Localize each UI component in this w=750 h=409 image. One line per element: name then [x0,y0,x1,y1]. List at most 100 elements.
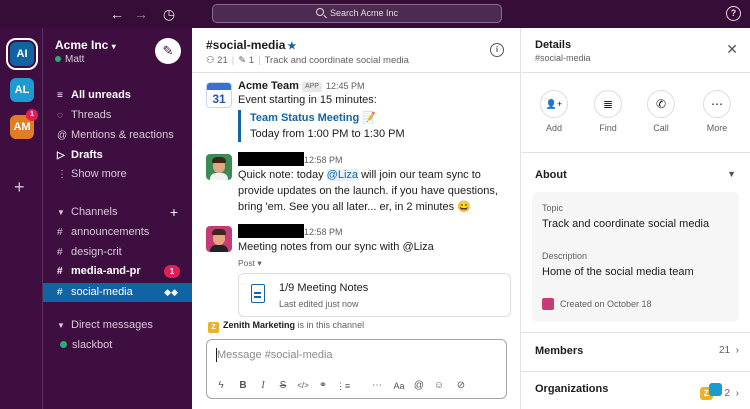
org-badge-secondary [708,383,722,396]
about-card: Topic Track and coordinate social media … [532,192,739,322]
workspace-acme-inc[interactable]: AI [6,38,38,70]
post-label[interactable]: Post ▾ [238,258,511,269]
phone-icon: ✆ [647,90,675,118]
call-button[interactable]: ✆ Call [636,90,686,133]
attachment-icon[interactable]: ⊘ [453,378,469,394]
message-text: Event starting in 15 minutes: [238,94,377,106]
redacted-author [238,224,304,238]
workspace-am-badge: 1 [26,109,38,121]
calendar-app-avatar[interactable]: 31 [206,82,232,108]
sidebar-item-all-unreads[interactable]: ≡ All unreads [43,86,192,105]
details-subtitle: #social-media [535,53,591,63]
add-workspace-icon[interactable]: + [14,178,25,196]
history-clock-icon[interactable]: ◷ [160,5,178,23]
channel-info-icon[interactable]: i [490,43,504,57]
search-icon [315,8,324,16]
workspace-name[interactable]: Acme Inc ▾ [55,38,116,52]
more-vertical-icon: ⋮ [57,169,67,180]
presence-dot [55,56,61,62]
channel-topic[interactable]: Track and coordinate social media [265,55,409,66]
sidebar-item-design-crit[interactable]: # design-crit [43,243,192,262]
sidebar-item-threads[interactable]: ◌ Threads [43,106,192,125]
created-info: Created on October 18 [542,298,652,310]
text-format-icon[interactable]: Aa [391,378,407,394]
event-link[interactable]: Team Status Meeting 📝 [250,110,511,126]
organizations-row[interactable]: Organizations Z 2 › [535,383,739,400]
description-value[interactable]: Home of the social media team [542,266,694,278]
top-bar: ← → ◷ Search Acme Inc ? [0,0,750,28]
org-name[interactable]: Zenith Marketing [223,320,295,330]
dm-section-header[interactable]: ▼ Direct messages [43,316,192,335]
chevron-down-icon: ▾ [111,42,116,51]
sidebar-item-announcements[interactable]: # announcements [43,223,192,242]
details-title: Details [535,39,572,51]
mention-icon: @ [57,130,68,141]
star-icon[interactable]: ★ [287,41,296,52]
message-composer[interactable]: Message #social-media ϟ B I S </> ⚭ ⋮≡ ⋯… [206,339,507,399]
hash-icon: # [57,247,63,258]
topic-value[interactable]: Track and coordinate social media [542,218,709,230]
topic-label: Topic [542,203,564,213]
channel-view: #social-media ★ ⚇ 21 | ✎ 1 | Track and coordi… [192,28,521,409]
emoji-icon[interactable]: ☺ [431,378,447,394]
shared-channel-icon: ◆◆ [164,287,178,297]
sidebar-item-social-media[interactable]: # social-media ◆◆ [43,283,192,302]
divider [521,332,750,333]
details-panel: Details #social-media ✕ 👤+ Add ≣ Find ✆ Cal… [521,28,750,409]
channels-section-header[interactable]: ▼ Channels + [43,203,192,222]
compose-button[interactable]: ✎ [155,38,181,64]
help-icon[interactable]: ? [726,6,741,21]
mention-icon[interactable]: @ [411,378,427,394]
post-title[interactable]: 1/9 Meeting Notes [279,282,368,294]
message-time[interactable]: 12:58 PM [304,155,343,165]
members-row[interactable]: Members 21 › [535,345,739,357]
code-icon[interactable]: </> [295,378,311,394]
back-arrow-icon[interactable]: ← [108,5,126,23]
divider [521,152,750,153]
close-icon[interactable]: ✕ [726,42,738,56]
pin-count[interactable]: 1 [249,55,254,66]
message-text: Meeting notes from our sync with @Liza [238,241,434,253]
search-bar[interactable]: Search Acme Inc [212,4,502,23]
channel-meta: ⚇ 21 | ✎ 1 | Track and coordinate social med… [206,55,409,66]
sidebar-item-drafts[interactable]: ▷ Drafts [43,146,192,165]
message-time[interactable]: 12:58 PM [304,227,343,237]
post-attachment[interactable]: 1/9 Meeting Notes Last edited just now [238,273,511,317]
more-button[interactable]: ⋯ More [692,90,742,133]
hash-icon: # [57,287,63,298]
user-mention[interactable]: @Liza [326,169,359,181]
sidebar-item-show-more[interactable]: ⋮ Show more [43,165,192,184]
add-people-button[interactable]: 👤+ Add [529,90,579,133]
member-count[interactable]: 21 [217,55,228,66]
sidebar-item-slackbot[interactable]: slackbot [43,336,192,355]
forward-arrow-icon[interactable]: → [132,5,150,23]
bold-icon[interactable]: B [235,378,251,394]
chevron-down-icon[interactable]: ▼ [727,169,736,179]
document-icon [251,284,265,303]
message-input[interactable]: Message #social-media [217,349,333,361]
channel-title[interactable]: #social-media ★ [206,38,296,52]
sidebar-item-mentions[interactable]: @ Mentions & reactions [43,126,192,145]
members-icon[interactable]: ⚇ [206,55,215,66]
sidebar-item-media-and-pr[interactable]: # media-and-pr 1 [43,262,192,281]
link-icon[interactable]: ⚭ [315,378,331,394]
workspace-al[interactable]: AL [10,78,34,102]
send-icon: ▷ [57,150,65,161]
chevron-right-icon: › [735,345,739,356]
italic-icon[interactable]: I [255,378,271,394]
message-time[interactable]: 12:45 PM [326,81,365,91]
in-channel-notice: Z Zenith Marketing is in this channel [208,320,364,333]
shortcuts-icon[interactable]: ϟ [213,378,229,394]
strikethrough-icon[interactable]: S [275,378,291,394]
add-channel-icon[interactable]: + [170,203,178,222]
avatar[interactable] [206,154,232,180]
numbered-list-icon[interactable]: ⋮≡ [335,378,351,394]
about-header[interactable]: About [535,169,567,181]
message-author[interactable]: Acme Team [238,80,299,92]
workspace-rail: AI AL AM 1 + [0,28,42,409]
org-badge: Z [208,322,219,333]
more-formatting-icon[interactable]: ⋯ [369,378,385,394]
pin-icon[interactable]: ✎ [238,55,246,66]
find-button[interactable]: ≣ Find [583,90,633,133]
avatar[interactable] [206,226,232,252]
